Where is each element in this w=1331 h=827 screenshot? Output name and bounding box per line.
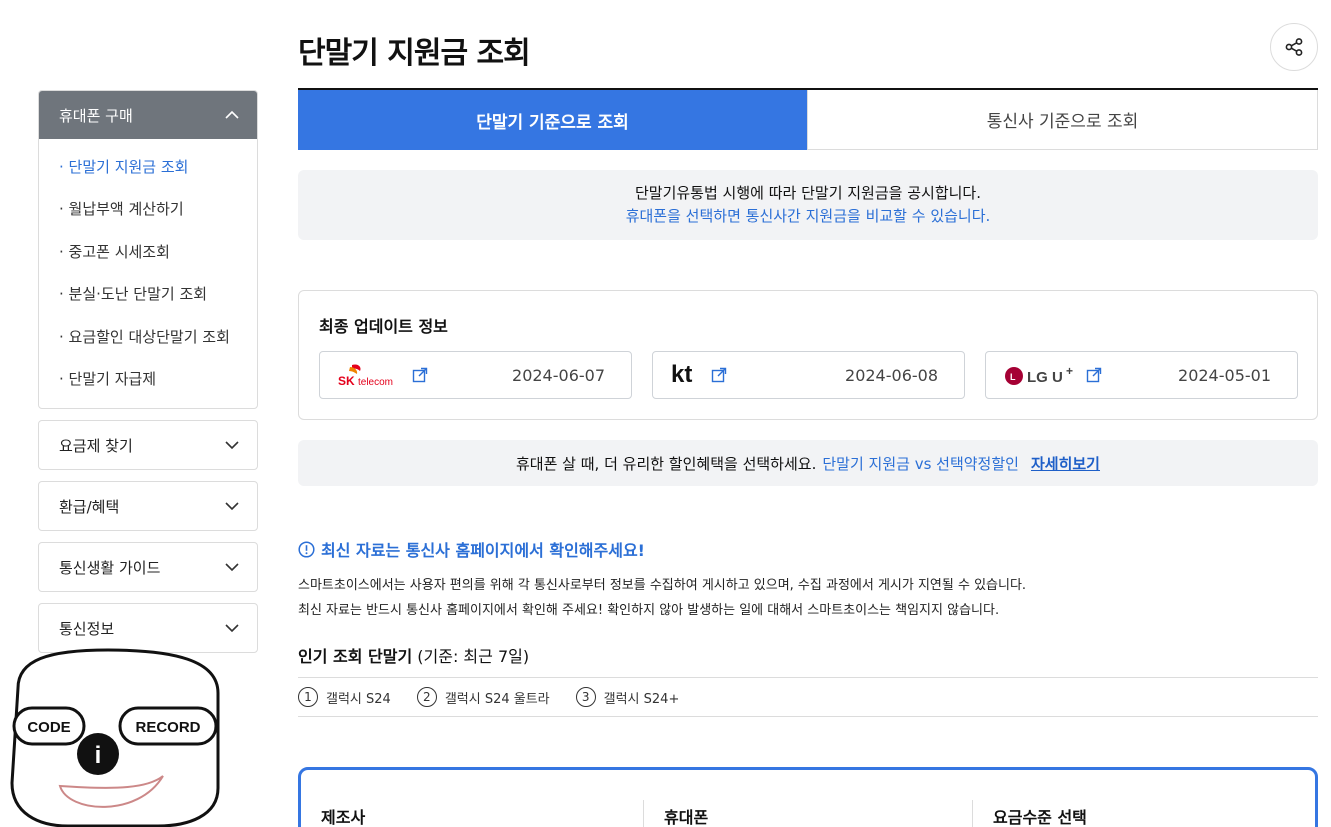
device-filter-panel: 제조사 휴대폰 요금수준 선택 — [298, 767, 1318, 827]
alert-line-1: 스마트초이스에서는 사용자 편의를 위해 각 통신사로부터 정보를 수집하여 게… — [298, 578, 1027, 593]
popular-item-name: 갤럭시 S24 — [326, 691, 391, 707]
chevron-down-icon — [225, 502, 239, 511]
kt-logo: kt — [671, 361, 727, 389]
tab-by-carrier[interactable]: 통신사 기준으로 조회 — [807, 90, 1318, 150]
popular-item[interactable]: 1 갤럭시 S24 — [298, 687, 391, 707]
code-record-mascot[interactable]: CODE RECORD i — [8, 648, 223, 827]
sidebar-section-refund[interactable]: 환급/혜택 — [38, 481, 258, 531]
carrier-card-skt[interactable]: SK telecom 2024-06-07 — [319, 351, 632, 399]
sidebar-item-used-phone-price[interactable]: · 중고폰 시세조회 — [39, 230, 257, 273]
chevron-down-icon — [225, 563, 239, 572]
sidebar-section-label: 통신정보 — [59, 619, 115, 638]
alert-line-2: 최신 자료는 반드시 통신사 홈페이지에서 확인해 주세요! 확인하지 않아 발… — [298, 603, 1000, 618]
share-button[interactable] — [1270, 23, 1318, 71]
lgu-logo: L LG U + — [1004, 361, 1102, 389]
popular-item[interactable]: 3 갤럭시 S24+ — [575, 687, 680, 707]
alert-title-text: 최신 자료는 통신사 홈페이지에서 확인해주세요! — [321, 541, 645, 560]
kt-logo-icon: kt — [671, 361, 692, 388]
svg-text:telecom: telecom — [358, 377, 393, 388]
carrier-card-kt[interactable]: kt 2024-06-08 — [652, 351, 965, 399]
sidebar-section-telecom-info[interactable]: 통신정보 — [38, 603, 258, 653]
share-icon — [1285, 38, 1303, 56]
promo-details-link[interactable]: 자세히보기 — [1031, 453, 1100, 474]
svg-text:LG U: LG U — [1027, 369, 1063, 386]
popular-title-note: (기준: 최근 7일) — [412, 647, 530, 666]
promo-banner: 휴대폰 살 때, 더 유리한 할인혜택을 선택하세요. 단말기 지원금 vs 선… — [298, 440, 1318, 486]
update-info-title: 최종 업데이트 정보 — [319, 317, 448, 336]
sidebar-section-label: 요금제 찾기 — [59, 436, 133, 455]
chevron-up-icon — [225, 110, 239, 119]
skt-logo-icon: SK telecom — [338, 364, 393, 388]
external-link-icon[interactable] — [1086, 367, 1102, 383]
sidebar-submenu: · 단말기 지원금 조회 · 월납부액 계산하기 · 중고폰 시세조회 · 분실… — [39, 139, 257, 408]
sidebar-section-label: 환급/혜택 — [59, 497, 120, 516]
lgu-logo-icon: L LG U + — [1005, 364, 1073, 386]
sidebar-item-unlocked[interactable]: · 단말기 자급제 — [39, 358, 257, 401]
skt-logo: SK telecom — [338, 361, 428, 389]
mascot-code-label: CODE — [27, 719, 70, 736]
external-link-icon[interactable] — [711, 367, 727, 383]
chevron-down-icon — [225, 624, 239, 633]
popular-item-name: 갤럭시 S24 울트라 — [444, 691, 550, 707]
popular-list: 1 갤럭시 S24 2 갤럭시 S24 울트라 3 갤럭시 S24+ — [298, 677, 1318, 717]
skt-update-date: 2024-06-07 — [512, 365, 605, 385]
notice-line-1: 단말기유통법 시행에 따라 단말기 지원금을 공시합니다. — [634, 184, 981, 202]
lookup-tabs: 단말기 기준으로 조회 통신사 기준으로 조회 — [298, 88, 1318, 150]
svg-text:SK: SK — [338, 374, 355, 388]
svg-text:+: + — [1066, 364, 1073, 378]
sidebar-section-guide[interactable]: 통신생활 가이드 — [38, 542, 258, 592]
mascot-record-label: RECORD — [135, 719, 200, 736]
sidebar-item-lost-stolen[interactable]: · 분실·도난 단말기 조회 — [39, 273, 257, 316]
popular-title: 인기 조회 단말기 (기준: 최근 7일) — [298, 643, 529, 667]
rank-badge: 1 — [298, 687, 318, 707]
promo-highlight: 단말기 지원금 vs 선택약정할인 — [822, 454, 1019, 473]
filter-phone-label: 휴대폰 — [664, 808, 709, 827]
sidebar-item-discount-eligible[interactable]: · 요금할인 대상단말기 조회 — [39, 315, 257, 358]
external-link-icon[interactable] — [412, 367, 428, 383]
filter-divider — [972, 800, 973, 827]
alert-title: 최신 자료는 통신사 홈페이지에서 확인해주세요! — [298, 537, 645, 561]
chevron-down-icon — [225, 441, 239, 450]
sidebar-item-monthly-payment[interactable]: · 월납부액 계산하기 — [39, 188, 257, 231]
info-circle-icon — [298, 540, 315, 558]
filter-plan-label: 요금수준 선택 — [993, 808, 1087, 827]
sidebar: 휴대폰 구매 · 단말기 지원금 조회 · 월납부액 계산하기 · 중고폰 시세… — [38, 90, 258, 653]
rank-badge: 2 — [416, 687, 437, 707]
rank-badge: 3 — [575, 687, 596, 707]
promo-text: 휴대폰 살 때, 더 유리한 할인혜택을 선택하세요. — [516, 454, 817, 473]
svg-text:L: L — [1010, 372, 1016, 382]
filter-divider — [643, 800, 644, 827]
sidebar-section-header[interactable]: 휴대폰 구매 — [39, 91, 257, 139]
filter-maker-label: 제조사 — [321, 808, 366, 827]
notice-line-2: 휴대폰을 선택하면 통신사간 지원금을 비교할 수 있습니다. — [625, 207, 991, 225]
sidebar-section-label: 통신생활 가이드 — [59, 558, 161, 577]
lgu-update-date: 2024-05-01 — [1178, 365, 1271, 385]
tab-by-device[interactable]: 단말기 기준으로 조회 — [298, 90, 807, 150]
popular-item[interactable]: 2 갤럭시 S24 울트라 — [416, 687, 550, 707]
sidebar-section-plan-finder[interactable]: 요금제 찾기 — [38, 420, 258, 470]
popular-item-name: 갤럭시 S24+ — [603, 691, 680, 707]
sidebar-section-label: 휴대폰 구매 — [59, 106, 133, 125]
sidebar-section-phone-purchase: 휴대폰 구매 · 단말기 지원금 조회 · 월납부액 계산하기 · 중고폰 시세… — [38, 90, 258, 409]
update-info-panel: 최종 업데이트 정보 SK telecom 2024-06-07 kt 2024… — [298, 290, 1318, 420]
popular-title-bold: 인기 조회 단말기 — [298, 647, 413, 666]
notice-panel: 단말기유통법 시행에 따라 단말기 지원금을 공시합니다. 휴대폰을 선택하면 … — [298, 170, 1318, 240]
page-title: 단말기 지원금 조회 — [298, 36, 531, 71]
kt-update-date: 2024-06-08 — [845, 365, 938, 385]
mascot-info-glyph: i — [95, 742, 102, 769]
sidebar-item-subsidy-lookup[interactable]: · 단말기 지원금 조회 — [39, 145, 257, 188]
svg-text:kt: kt — [671, 361, 692, 388]
carrier-card-lgu[interactable]: L LG U + 2024-05-01 — [985, 351, 1298, 399]
